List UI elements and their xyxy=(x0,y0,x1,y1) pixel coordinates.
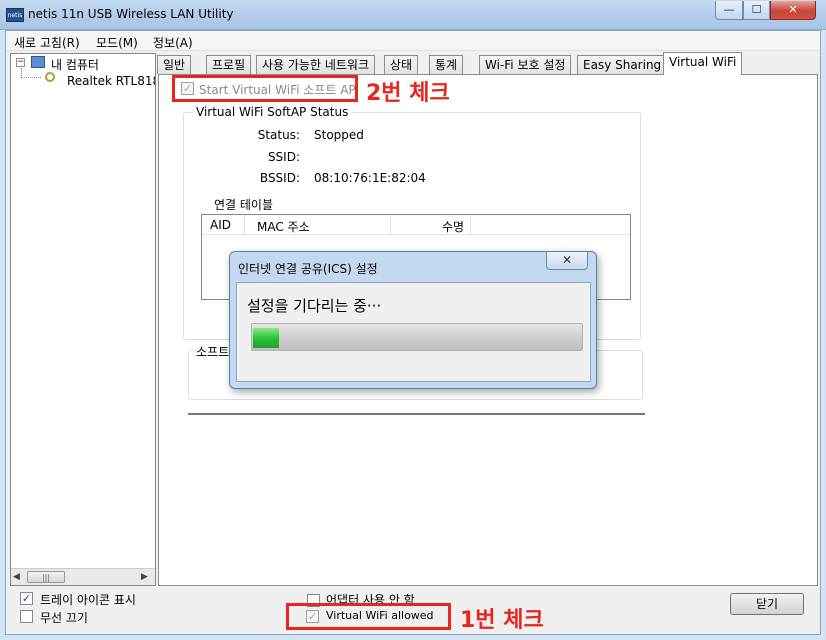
radio-off-checkbox[interactable] xyxy=(20,610,33,623)
title-bar[interactable]: netis netis 11n USB Wireless LAN Utility… xyxy=(0,0,826,30)
progress-fill xyxy=(253,328,279,348)
connection-table-header: AID MAC 주소 수명 xyxy=(202,215,630,235)
scroll-right-icon[interactable]: ▶ xyxy=(141,572,148,582)
bssid-label: BSSID: xyxy=(259,171,300,185)
tab-wps[interactable]: Wi-Fi 보호 설정 xyxy=(479,55,572,74)
column-lifetime[interactable]: 수명 xyxy=(442,218,464,235)
adapter-icon xyxy=(45,72,55,82)
tree-connector xyxy=(21,68,41,78)
dialog-message: 설정을 기다리는 중··· xyxy=(247,297,382,315)
window-title: netis 11n USB Wireless LAN Utility xyxy=(28,7,234,21)
softap-settings-title: 소프트 xyxy=(194,343,232,360)
tab-general[interactable]: 일반 xyxy=(157,55,192,74)
dialog-title: 인터넷 연결 공유(ICS) 설정 xyxy=(238,262,378,276)
minimize-button[interactable]: — xyxy=(715,1,743,20)
column-divider[interactable] xyxy=(390,215,391,235)
vwifi-allowed-checkbox[interactable]: ✓ xyxy=(306,610,319,623)
maximize-button[interactable]: ☐ xyxy=(743,1,770,20)
tab-virtual-wifi[interactable]: Virtual WiFi xyxy=(663,52,743,75)
tree-collapse-icon[interactable]: − xyxy=(16,58,25,67)
tab-profile[interactable]: 프로필 xyxy=(206,55,252,74)
computer-icon xyxy=(31,56,45,68)
dialog-close-button[interactable]: ✕ xyxy=(546,252,588,270)
app-icon: netis xyxy=(6,8,24,22)
column-divider[interactable] xyxy=(470,215,471,235)
softap-status-title: Virtual WiFi SoftAP Status xyxy=(193,105,352,119)
device-tree[interactable]: − 내 컴퓨터 Realtek RTL8188 ◀ ||| ▶ xyxy=(10,53,156,586)
annotation-label-1: 1번 체크 xyxy=(460,608,544,633)
start-ap-label: Start Virtual WiFi 소프트 AP xyxy=(199,83,356,97)
ics-dialog[interactable]: 인터넷 연결 공유(ICS) 설정 ✕ 설정을 기다리는 중··· xyxy=(229,251,597,389)
tab-easy-sharing[interactable]: Easy Sharing xyxy=(577,55,668,74)
vwifi-allowed-label: Virtual WiFi allowed xyxy=(326,609,434,622)
dialog-body: 설정을 기다리는 중··· xyxy=(236,282,591,382)
close-window-button[interactable]: ✕ xyxy=(770,1,816,20)
status-label: Status: xyxy=(257,128,300,142)
menu-about[interactable]: 정보(A) xyxy=(153,34,193,51)
bssid-value: 08:10:76:1E:82:04 xyxy=(314,171,426,185)
separator-line xyxy=(188,413,645,415)
column-mac[interactable]: MAC 주소 xyxy=(257,218,310,235)
tray-icon-checkbox[interactable]: ✓ xyxy=(20,592,33,605)
status-value: Stopped xyxy=(314,128,364,142)
tray-icon-label: 트레이 아이콘 표시 xyxy=(40,593,136,607)
scroll-left-icon[interactable]: ◀ xyxy=(13,572,20,582)
annotation-label-2: 2번 체크 xyxy=(366,81,450,106)
start-ap-checkbox[interactable]: ✓ xyxy=(181,82,194,95)
column-aid[interactable]: AID xyxy=(210,218,231,232)
tree-horizontal-scrollbar[interactable]: ◀ ||| ▶ xyxy=(11,568,155,585)
column-divider[interactable] xyxy=(244,215,245,235)
menu-bar: 새로 고침(R) 모드(M) 정보(A) xyxy=(6,31,820,51)
scroll-thumb[interactable]: ||| xyxy=(27,571,65,583)
radio-off-label: 무선 끄기 xyxy=(40,611,88,625)
progress-bar xyxy=(251,323,583,351)
connection-table-label: 연결 테이블 xyxy=(214,198,274,212)
tab-available-networks[interactable]: 사용 가능한 네트워크 xyxy=(256,55,375,74)
close-button[interactable]: 닫기 xyxy=(730,593,804,615)
tree-item-adapter[interactable]: Realtek RTL8188 xyxy=(67,74,155,88)
tree-item-my-computer[interactable]: 내 컴퓨터 xyxy=(51,56,99,73)
tab-status[interactable]: 상태 xyxy=(384,55,419,74)
menu-refresh[interactable]: 새로 고침(R) xyxy=(14,34,80,51)
ssid-label: SSID: xyxy=(267,150,300,164)
menu-mode[interactable]: 모드(M) xyxy=(96,34,138,51)
tab-statistics[interactable]: 통계 xyxy=(429,55,464,74)
